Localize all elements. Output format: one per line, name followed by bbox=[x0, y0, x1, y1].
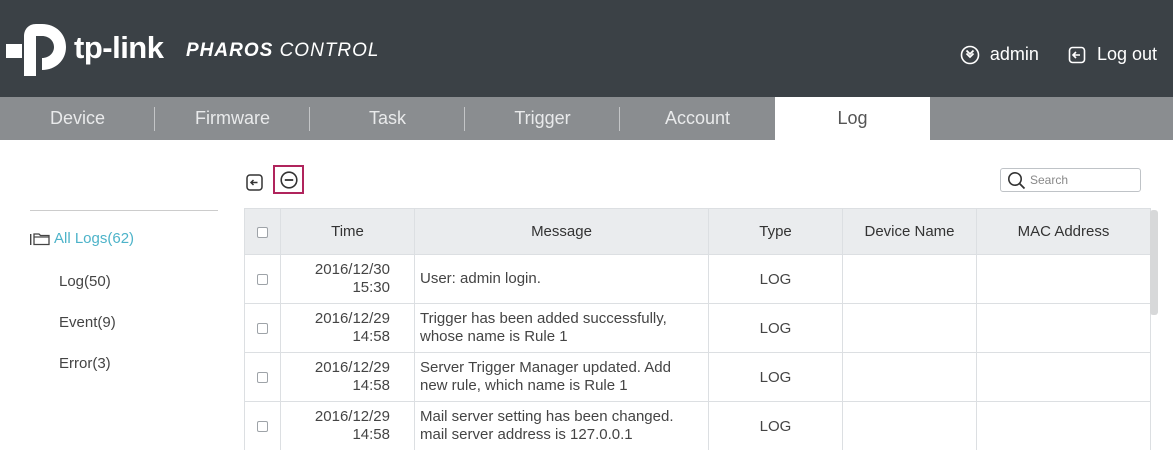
table-row[interactable]: 2016/12/29 14:58 Mail server setting has … bbox=[244, 401, 1151, 450]
message-line-1: Mail server setting has been changed. bbox=[420, 408, 674, 425]
tab-account[interactable]: Account bbox=[620, 97, 775, 140]
message-line-1: Server Trigger Manager updated. Add bbox=[420, 359, 671, 376]
sidebar-item-log[interactable]: Log(50) bbox=[59, 273, 111, 290]
row-checkbox[interactable] bbox=[257, 274, 268, 286]
row-checkbox[interactable] bbox=[257, 372, 268, 384]
row-checkbox-cell bbox=[244, 303, 281, 353]
time-clock: 14:58 bbox=[352, 377, 390, 394]
header-time[interactable]: Time bbox=[280, 208, 415, 255]
user-icon[interactable] bbox=[960, 45, 980, 65]
tab-log[interactable]: Log bbox=[775, 97, 930, 140]
search-icon[interactable] bbox=[1007, 171, 1026, 190]
table-row[interactable]: 2016/12/30 15:30 User: admin login. LOG bbox=[244, 254, 1151, 304]
time-date: 2016/12/29 bbox=[314, 310, 390, 327]
message-cell: Server Trigger Manager updated. Add new r… bbox=[414, 352, 709, 402]
sidebar-item-event[interactable]: Event(9) bbox=[59, 314, 116, 331]
message-line-2: whose name is Rule 1 bbox=[420, 328, 568, 345]
time-date: 2016/12/29 bbox=[314, 359, 390, 376]
message-line-1: User: admin login. bbox=[420, 270, 541, 287]
export-icon[interactable] bbox=[246, 174, 263, 191]
tab-task[interactable]: Task bbox=[310, 97, 465, 140]
folder-icon bbox=[30, 232, 50, 245]
message-cell: Trigger has been added successfully, whos… bbox=[414, 303, 709, 353]
time-cell: 2016/12/29 14:58 bbox=[280, 401, 415, 450]
tab-account-label: Account bbox=[664, 108, 731, 128]
log-table: Time Message Type Device Name MAC Addres… bbox=[244, 208, 1151, 450]
time-date: 2016/12/29 bbox=[314, 408, 390, 425]
logout-icon[interactable] bbox=[1067, 45, 1087, 65]
search-input[interactable] bbox=[1030, 173, 1130, 187]
tab-task-label: Task bbox=[368, 108, 406, 128]
product-name-light: CONTROL bbox=[279, 40, 380, 61]
time-clock: 14:58 bbox=[352, 426, 390, 443]
row-checkbox-cell bbox=[244, 401, 281, 450]
header-mac-address[interactable]: MAC Address bbox=[976, 208, 1151, 255]
type-cell: LOG bbox=[708, 352, 843, 402]
time-clock: 14:58 bbox=[352, 328, 390, 345]
type-cell: LOG bbox=[708, 254, 843, 304]
tp-link-logo: tp-link bbox=[6, 20, 164, 76]
logout-link[interactable]: Log out bbox=[1097, 44, 1157, 65]
top-header: tp-link PHAROS CONTROL admin Log out bbox=[0, 0, 1173, 97]
table-row[interactable]: 2016/12/29 14:58 Trigger has been added s… bbox=[244, 303, 1151, 353]
sidebar-divider bbox=[30, 210, 218, 211]
table-scrollbar[interactable] bbox=[1150, 210, 1158, 315]
time-date: 2016/12/30 bbox=[314, 261, 390, 278]
tab-device[interactable]: Device bbox=[0, 97, 155, 140]
mac-address-cell bbox=[976, 254, 1151, 304]
main-tabs: Device Firmware Task Trigger Account Log bbox=[0, 97, 1173, 140]
device-name-cell bbox=[842, 401, 977, 450]
time-cell: 2016/12/29 14:58 bbox=[280, 303, 415, 353]
select-all-cell bbox=[244, 208, 281, 255]
type-cell: LOG bbox=[708, 401, 843, 450]
tab-device-label: Device bbox=[49, 108, 106, 128]
delete-button-highlight[interactable] bbox=[273, 165, 304, 194]
product-name-bold: PHAROS bbox=[186, 40, 274, 61]
header-type[interactable]: Type bbox=[708, 208, 843, 255]
mac-address-cell bbox=[976, 401, 1151, 450]
header-device-name[interactable]: Device Name bbox=[842, 208, 977, 255]
minus-circle-icon[interactable] bbox=[280, 171, 298, 189]
sidebar-item-error[interactable]: Error(3) bbox=[59, 355, 111, 372]
product-name: PHAROS CONTROL bbox=[186, 40, 379, 62]
sidebar-item-all-logs-label: All Logs(62) bbox=[54, 230, 135, 247]
device-name-cell bbox=[842, 254, 977, 304]
search-box bbox=[1000, 168, 1141, 192]
select-all-checkbox[interactable] bbox=[257, 226, 268, 238]
table-header-row: Time Message Type Device Name MAC Addres… bbox=[244, 208, 1151, 255]
device-name-cell bbox=[842, 303, 977, 353]
message-line-1: Trigger has been added successfully, bbox=[420, 310, 667, 327]
time-clock: 15:30 bbox=[352, 279, 390, 296]
row-checkbox-cell bbox=[244, 254, 281, 304]
table-row[interactable]: 2016/12/29 14:58 Server Trigger Manager u… bbox=[244, 352, 1151, 402]
tab-trigger-label: Trigger bbox=[514, 108, 571, 128]
time-cell: 2016/12/30 15:30 bbox=[280, 254, 415, 304]
row-checkbox[interactable] bbox=[257, 323, 268, 335]
user-area: admin Log out bbox=[960, 44, 1157, 65]
message-line-2: new rule, which name is Rule 1 bbox=[420, 377, 628, 394]
user-name-link[interactable]: admin bbox=[990, 44, 1039, 65]
message-cell: Mail server setting has been changed. mai… bbox=[414, 401, 709, 450]
message-line-2: mail server address is 127.0.0.1 bbox=[420, 426, 633, 443]
header-message[interactable]: Message bbox=[414, 208, 709, 255]
mac-address-cell bbox=[976, 352, 1151, 402]
mac-address-cell bbox=[976, 303, 1151, 353]
time-cell: 2016/12/29 14:58 bbox=[280, 352, 415, 402]
tp-link-logo-icon bbox=[6, 24, 66, 76]
tab-firmware[interactable]: Firmware bbox=[155, 97, 310, 140]
message-cell: User: admin login. bbox=[414, 254, 709, 304]
brand-name: tp-link bbox=[74, 30, 164, 65]
tab-trigger[interactable]: Trigger bbox=[465, 97, 620, 140]
sidebar-item-all-logs[interactable]: All Logs(62) bbox=[30, 230, 134, 247]
tab-log-label: Log bbox=[837, 108, 868, 128]
device-name-cell bbox=[842, 352, 977, 402]
row-checkbox[interactable] bbox=[257, 421, 268, 433]
type-cell: LOG bbox=[708, 303, 843, 353]
tab-firmware-label: Firmware bbox=[195, 108, 270, 128]
row-checkbox-cell bbox=[244, 352, 281, 402]
